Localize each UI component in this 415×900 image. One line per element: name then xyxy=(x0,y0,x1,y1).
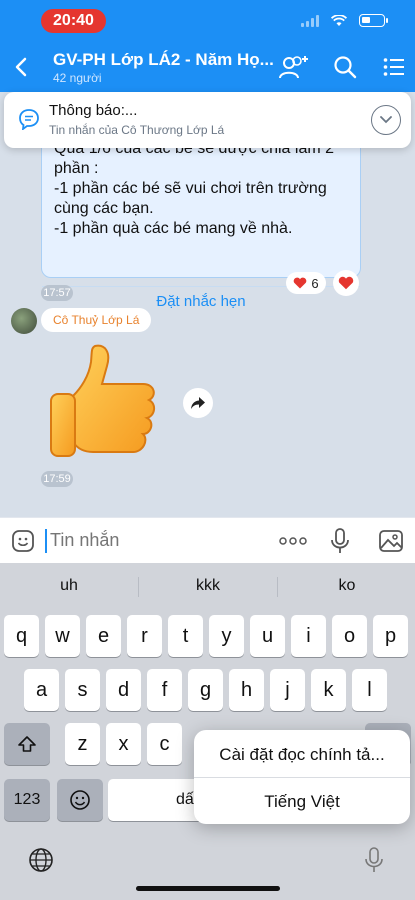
key-j[interactable]: j xyxy=(270,669,305,711)
key-x[interactable]: x xyxy=(106,723,141,765)
back-button[interactable] xyxy=(10,52,34,82)
menu-button[interactable] xyxy=(378,52,410,82)
battery-icon xyxy=(359,14,388,27)
signal-icon xyxy=(301,14,319,27)
chat-title[interactable]: GV-PH Lớp LÁ2 - Năm Họ... xyxy=(53,50,273,70)
microphone-icon[interactable] xyxy=(330,528,350,554)
message-card[interactable]: Quà 1/6 của các bé sẽ được chia làm 2 ph… xyxy=(41,130,361,310)
key-e[interactable]: e xyxy=(86,615,121,657)
member-count: 42 người xyxy=(53,71,102,85)
suggestion-1[interactable]: uh xyxy=(0,577,138,595)
heart-icon xyxy=(338,276,354,290)
pinned-notice[interactable]: Thông báo:... Tin nhắn của Cô Thương Lớp… xyxy=(4,92,411,148)
status-time: 20:40 xyxy=(41,9,106,33)
key-z[interactable]: z xyxy=(65,723,100,765)
numbers-key[interactable]: 123 xyxy=(4,779,50,821)
message-input-bar xyxy=(0,517,415,563)
menu-list-icon xyxy=(383,58,404,76)
key-q[interactable]: q xyxy=(4,615,39,657)
key-o[interactable]: o xyxy=(332,615,367,657)
avatar[interactable] xyxy=(11,308,37,334)
sender-name[interactable]: Cô Thuỷ Lớp Lá xyxy=(41,308,152,332)
text-caret xyxy=(45,529,47,553)
emoji-icon[interactable] xyxy=(11,529,35,553)
key-p[interactable]: p xyxy=(373,615,408,657)
message-time: 17:59 xyxy=(41,471,73,487)
chat-header: 20:40 GV-PH Lớp LÁ2 - Năm Họ... 42 người xyxy=(0,0,415,92)
key-f[interactable]: f xyxy=(147,669,182,711)
home-indicator[interactable] xyxy=(136,886,280,891)
key-d[interactable]: d xyxy=(106,669,141,711)
emoji-icon xyxy=(70,790,90,810)
key-w[interactable]: w xyxy=(45,615,80,657)
shift-arrow-icon xyxy=(18,736,36,752)
chevron-down-icon xyxy=(380,116,392,124)
key-c[interactable]: c xyxy=(147,723,182,765)
chat-bubble-icon xyxy=(19,109,39,130)
message-time: 17:57 xyxy=(41,285,73,301)
thumbs-up-sticker[interactable] xyxy=(47,342,159,460)
notice-title: Thông báo:... xyxy=(49,102,138,119)
language-item[interactable]: Tiếng Việt xyxy=(194,779,410,825)
dictation-settings-item[interactable]: Cài đặt đọc chính tả... xyxy=(194,732,410,778)
key-s[interactable]: s xyxy=(65,669,100,711)
image-icon[interactable] xyxy=(378,529,404,553)
emoji-key[interactable] xyxy=(57,779,103,821)
share-button[interactable] xyxy=(183,388,213,418)
message-text: Quà 1/6 của các bé sẽ được chia làm 2 ph… xyxy=(54,140,335,237)
globe-icon[interactable] xyxy=(28,847,54,873)
key-a[interactable]: a xyxy=(24,669,59,711)
chat-area[interactable]: Quà 1/6 của các bé sẽ được chia làm 2 ph… xyxy=(0,92,415,517)
key-y[interactable]: y xyxy=(209,615,244,657)
more-options-icon[interactable] xyxy=(279,537,307,545)
key-r[interactable]: r xyxy=(127,615,162,657)
search-icon xyxy=(334,56,357,79)
share-arrow-icon xyxy=(191,397,205,409)
message-input[interactable] xyxy=(50,530,250,551)
search-button[interactable] xyxy=(329,52,361,82)
dictation-popup: Cài đặt đọc chính tả... Tiếng Việt xyxy=(194,730,410,824)
key-g[interactable]: g xyxy=(188,669,223,711)
notice-subtitle: Tin nhắn của Cô Thương Lớp Lá xyxy=(49,123,225,137)
status-icons xyxy=(301,14,388,27)
wifi-icon xyxy=(331,14,347,26)
reaction-summary[interactable]: 6 xyxy=(286,272,326,294)
add-member-button[interactable] xyxy=(278,52,310,82)
heart-icon xyxy=(294,277,307,289)
add-user-icon xyxy=(279,56,308,79)
chevron-left-icon xyxy=(15,57,27,77)
reaction-count: 6 xyxy=(311,275,319,291)
react-button[interactable] xyxy=(333,270,359,296)
key-u[interactable]: u xyxy=(250,615,285,657)
key-h[interactable]: h xyxy=(229,669,264,711)
suggestion-3[interactable]: ko xyxy=(278,577,415,595)
dictation-mic-icon[interactable] xyxy=(364,846,384,874)
shift-key[interactable] xyxy=(4,723,50,765)
expand-notice-button[interactable] xyxy=(371,105,401,135)
key-k[interactable]: k xyxy=(311,669,346,711)
key-l[interactable]: l xyxy=(352,669,387,711)
popup-divider xyxy=(194,777,410,778)
key-t[interactable]: t xyxy=(168,615,203,657)
suggestion-2[interactable]: kkk xyxy=(139,577,277,595)
key-i[interactable]: i xyxy=(291,615,326,657)
